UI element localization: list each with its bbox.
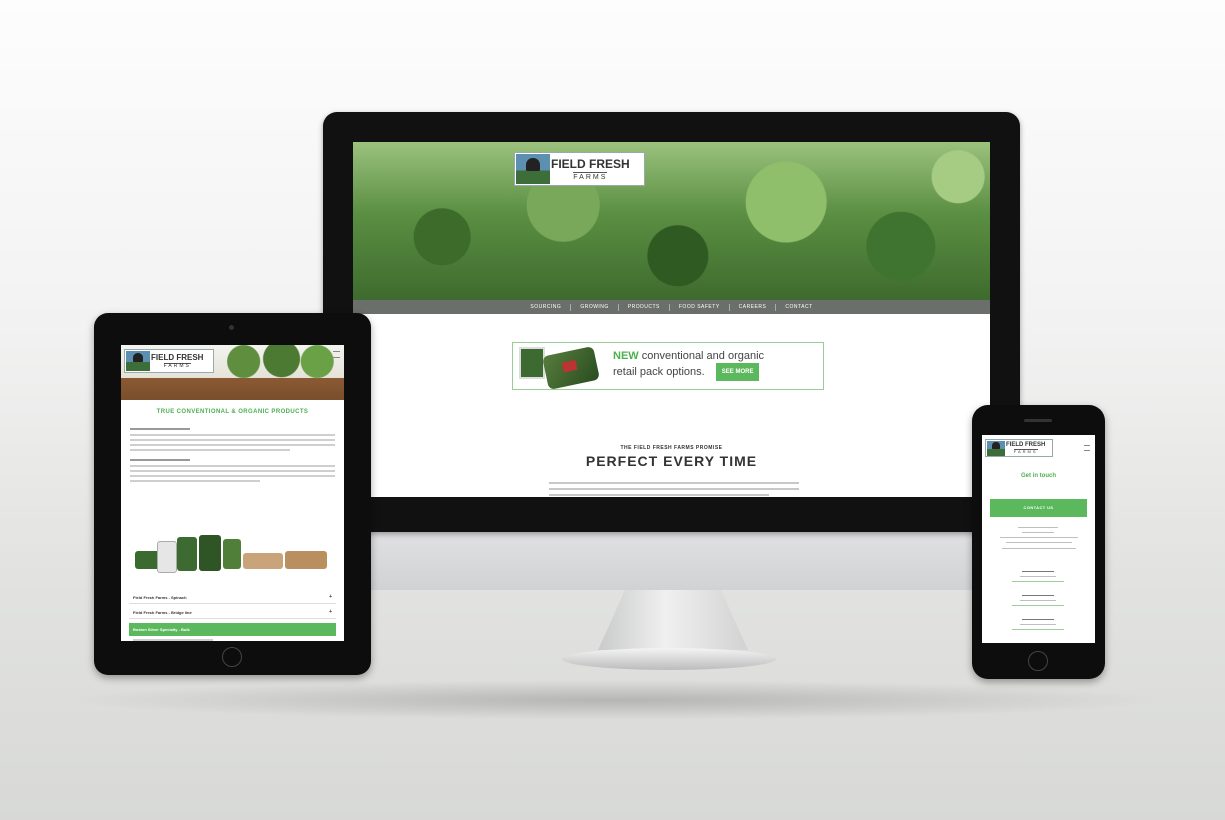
phone-device: FIELD FRESH FARMS Get in touch CONTACT U… bbox=[972, 405, 1105, 679]
monitor-base bbox=[562, 648, 776, 670]
phone-title: Get in touch bbox=[1021, 473, 1056, 479]
tablet-camera bbox=[229, 325, 234, 330]
logo-main-text: FIELD FRESH bbox=[1006, 442, 1046, 448]
link-line[interactable] bbox=[1012, 629, 1064, 630]
text-line bbox=[1022, 619, 1054, 620]
phone-screen: FIELD FRESH FARMS Get in touch CONTACT U… bbox=[982, 435, 1095, 643]
expand-icon: + bbox=[329, 594, 332, 600]
text-line bbox=[1018, 527, 1058, 528]
tree-logo-icon bbox=[126, 351, 150, 371]
text-line bbox=[1022, 532, 1054, 533]
tablet-banner: FIELD FRESH FARMS bbox=[121, 345, 344, 400]
text-line bbox=[130, 459, 190, 461]
promise-title: PERFECT EVERY TIME bbox=[585, 453, 758, 469]
text-line bbox=[1020, 576, 1056, 577]
body-text-line bbox=[549, 482, 799, 484]
logo-main-text: FIELD FRESH bbox=[151, 352, 204, 362]
nav-item-careers[interactable]: CAREERS bbox=[730, 303, 777, 311]
link-line[interactable] bbox=[1012, 581, 1064, 582]
text-line bbox=[1006, 542, 1072, 543]
text-line bbox=[1000, 537, 1078, 538]
text-line bbox=[130, 475, 335, 477]
text-line bbox=[1020, 624, 1056, 625]
monitor-stand bbox=[598, 590, 748, 650]
accordion-bridge-line[interactable]: Field Fresh Farms - Bridge line + bbox=[129, 606, 336, 619]
text-line bbox=[130, 439, 335, 441]
accordion-spinach[interactable]: Field Fresh Farms - Spinach + bbox=[129, 591, 336, 604]
accordion-label: Field Fresh Farms - Bridge line bbox=[133, 610, 192, 615]
text-line bbox=[133, 639, 213, 641]
accordion-label: Field Fresh Farms - Spinach bbox=[133, 595, 187, 600]
promo-line1: conventional and organic bbox=[641, 350, 765, 362]
text-line bbox=[1002, 548, 1076, 549]
site-logo[interactable]: FIELD FRESH FARMS bbox=[514, 152, 645, 186]
desktop-monitor: FIELD FRESH FARMS SOURCING GROWING PRODU… bbox=[323, 112, 1020, 532]
desktop-screen: FIELD FRESH FARMS SOURCING GROWING PRODU… bbox=[353, 142, 990, 497]
floor-shadow bbox=[60, 680, 1170, 720]
text-line bbox=[130, 434, 335, 436]
text-line bbox=[130, 444, 335, 446]
tablet-site-logo[interactable]: FIELD FRESH FARMS bbox=[124, 349, 214, 373]
promise-kicker: THE FIELD FRESH FARMS PROMISE bbox=[620, 445, 723, 451]
text-line bbox=[130, 449, 290, 451]
tablet-home-button bbox=[222, 647, 242, 667]
text-line bbox=[1020, 600, 1056, 601]
tablet-device: FIELD FRESH FARMS TRUE CONVENTIONAL & OR… bbox=[94, 313, 371, 675]
accordion-label: Boston Silver Specialty - Bulk bbox=[133, 627, 190, 632]
text-line bbox=[130, 480, 260, 482]
accordion-specialty-bulk[interactable]: Boston Silver Specialty - Bulk bbox=[129, 623, 336, 636]
nav-item-products[interactable]: PRODUCTS bbox=[619, 303, 670, 311]
nav-item-sourcing[interactable]: SOURCING bbox=[521, 303, 572, 311]
tablet-screen: FIELD FRESH FARMS TRUE CONVENTIONAL & OR… bbox=[121, 345, 344, 641]
nav-item-contact[interactable]: CONTACT bbox=[776, 304, 821, 311]
hero-banner: FIELD FRESH FARMS bbox=[353, 142, 990, 300]
phone-speaker bbox=[1024, 419, 1052, 422]
promo-banner[interactable]: NEW conventional and organic retail pack… bbox=[512, 342, 824, 391]
nav-item-growing[interactable]: GROWING bbox=[571, 303, 619, 311]
link-line[interactable] bbox=[1012, 605, 1064, 606]
expand-icon: + bbox=[329, 609, 332, 615]
text-line bbox=[130, 428, 190, 430]
hamburger-menu-icon[interactable] bbox=[333, 351, 340, 358]
see-more-button[interactable]: SEE MORE bbox=[715, 363, 760, 381]
product-lineup-image bbox=[135, 533, 330, 583]
hamburger-menu-icon[interactable] bbox=[1084, 445, 1090, 451]
nav-item-food-safety[interactable]: FOOD SAFETY bbox=[670, 303, 730, 311]
phone-home-button bbox=[1028, 651, 1048, 671]
text-line bbox=[130, 470, 335, 472]
tree-logo-icon bbox=[987, 440, 1005, 456]
logo-sub-text: FARMS bbox=[1013, 449, 1038, 454]
contact-us-button[interactable]: CONTACT US bbox=[990, 499, 1087, 517]
tree-logo-icon bbox=[516, 154, 550, 184]
promo-line2: retail pack options. bbox=[613, 365, 705, 378]
body-text-line bbox=[549, 488, 799, 490]
text-line bbox=[130, 465, 335, 467]
promo-new-label: NEW bbox=[613, 350, 639, 362]
main-nav: SOURCING GROWING PRODUCTS FOOD SAFETY CA… bbox=[353, 300, 990, 314]
logo-sub-text: FARMS bbox=[573, 171, 608, 181]
phone-site-logo[interactable]: FIELD FRESH FARMS bbox=[985, 439, 1053, 457]
retail-pack-image bbox=[519, 345, 603, 391]
body-text-line bbox=[549, 494, 769, 496]
tablet-heading: TRUE CONVENTIONAL & ORGANIC PRODUCTS bbox=[156, 409, 309, 415]
text-line bbox=[1022, 595, 1054, 596]
logo-main-text: FIELD FRESH bbox=[551, 156, 630, 171]
text-line bbox=[1022, 571, 1054, 572]
logo-sub-text: FARMS bbox=[163, 362, 191, 369]
